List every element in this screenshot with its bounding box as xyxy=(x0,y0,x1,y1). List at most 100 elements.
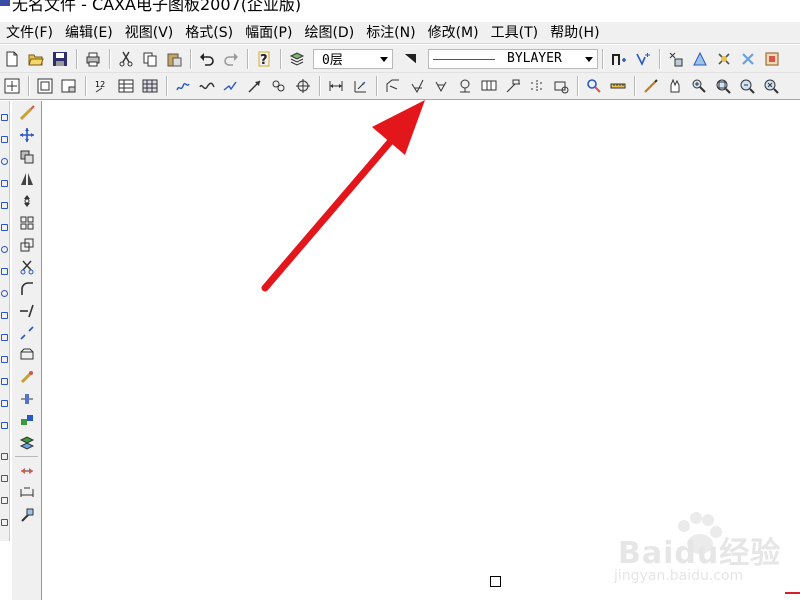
delete-tool-icon[interactable] xyxy=(14,102,40,123)
copy-icon[interactable] xyxy=(139,48,161,70)
zoom-in-icon[interactable] xyxy=(688,75,710,97)
undo-icon[interactable] xyxy=(196,48,218,70)
point-tool-icon[interactable] xyxy=(1,224,8,231)
extend-tool-icon[interactable] xyxy=(14,300,40,321)
menu-view[interactable]: 视图(V) xyxy=(119,23,180,43)
menu-tools[interactable]: 工具(T) xyxy=(485,23,544,43)
layer-select[interactable]: 0层 xyxy=(313,48,393,69)
break-tool-icon[interactable] xyxy=(14,322,40,343)
image-tool-icon[interactable] xyxy=(1,475,8,482)
block-tool-icon[interactable] xyxy=(1,453,8,460)
move-tool-icon[interactable] xyxy=(14,124,40,145)
explode-tool-icon[interactable] xyxy=(14,366,40,387)
measure-icon[interactable] xyxy=(607,75,629,97)
redraw-icon[interactable] xyxy=(640,75,662,97)
polyline-icon[interactable] xyxy=(172,75,194,97)
menu-sheet[interactable]: 幅面(P) xyxy=(239,23,298,43)
menu-help[interactable]: 帮助(H) xyxy=(544,23,605,43)
spline-tool-icon[interactable] xyxy=(1,202,8,209)
query-icon[interactable] xyxy=(583,75,605,97)
mirror-tool-icon[interactable] xyxy=(14,168,40,189)
stretch-tool-icon[interactable] xyxy=(14,344,40,365)
leader-icon[interactable] xyxy=(502,75,524,97)
copy-tool-icon[interactable] xyxy=(14,146,40,167)
paste-icon[interactable] xyxy=(163,48,185,70)
layer-manager-icon[interactable] xyxy=(286,48,308,70)
hole-tool-icon[interactable] xyxy=(1,334,8,341)
fill-tool-icon[interactable] xyxy=(1,400,8,407)
linear-dimension-icon[interactable] xyxy=(325,75,347,97)
fillet-tool-icon[interactable] xyxy=(14,278,40,299)
chamfer-dimension-icon[interactable] xyxy=(382,75,404,97)
rotate-tool-icon[interactable] xyxy=(14,190,40,211)
linetype-select[interactable]: BYLAYER xyxy=(428,48,598,69)
offset-tool-icon[interactable] xyxy=(14,388,40,409)
properties-icon[interactable] xyxy=(665,48,687,70)
coordinate-dimension-icon[interactable] xyxy=(349,75,371,97)
linetype-icon[interactable] xyxy=(399,48,421,70)
datum-icon[interactable] xyxy=(454,75,476,97)
cut-icon[interactable] xyxy=(115,48,137,70)
align-tool-icon[interactable] xyxy=(14,410,40,431)
view-label-icon[interactable] xyxy=(550,75,572,97)
redo-icon[interactable] xyxy=(220,48,242,70)
ellipse-tool-icon[interactable] xyxy=(1,246,8,253)
table-icon[interactable] xyxy=(139,75,161,97)
symbol-library-icon[interactable] xyxy=(761,48,783,70)
arrow-tool-icon[interactable] xyxy=(244,75,266,97)
menu-file[interactable]: 文件(F) xyxy=(0,23,59,43)
section-symbol-icon[interactable] xyxy=(526,75,548,97)
help-icon[interactable]: ? xyxy=(253,48,275,70)
scale-tool-icon[interactable] xyxy=(14,234,40,255)
match-properties-icon[interactable] xyxy=(713,48,735,70)
label-tool-icon[interactable] xyxy=(1,497,8,504)
tolerance-icon[interactable] xyxy=(478,75,500,97)
curve-tool-icon[interactable] xyxy=(1,519,8,526)
fit-dimension-icon[interactable] xyxy=(14,460,40,481)
save-icon[interactable] xyxy=(49,48,71,70)
circle-tool-icon[interactable] xyxy=(1,158,8,165)
wave-line-icon[interactable] xyxy=(196,75,218,97)
weld-symbol-icon[interactable] xyxy=(430,75,452,97)
edit-dimension-icon[interactable] xyxy=(14,482,40,503)
color-settings-icon[interactable] xyxy=(632,48,654,70)
new-file-icon[interactable] xyxy=(1,48,23,70)
frame-icon[interactable] xyxy=(34,75,56,97)
center-mark-icon[interactable] xyxy=(292,75,314,97)
zoom-extents-icon[interactable] xyxy=(736,75,758,97)
polyline-tool-icon[interactable] xyxy=(1,312,8,319)
snap-point-icon[interactable] xyxy=(1,75,23,97)
line-tool-icon[interactable] xyxy=(1,114,8,121)
centerline-tool-icon[interactable] xyxy=(1,136,8,143)
print-icon[interactable] xyxy=(82,48,104,70)
menu-edit[interactable]: 编辑(E) xyxy=(59,23,119,43)
trim-tool-icon[interactable] xyxy=(14,256,40,277)
cloud-line-icon[interactable] xyxy=(268,75,290,97)
title-block-icon[interactable] xyxy=(58,75,80,97)
rectangle-tool-icon[interactable] xyxy=(1,268,8,275)
menu-draw[interactable]: 绘图(D) xyxy=(298,23,360,43)
parts-list-icon[interactable] xyxy=(115,75,137,97)
roughness-icon[interactable] xyxy=(406,75,428,97)
menu-modify[interactable]: 修改(M) xyxy=(422,23,485,43)
break-line-icon[interactable] xyxy=(220,75,242,97)
parallel-line-tool-icon[interactable] xyxy=(1,356,8,363)
sequence-number-icon[interactable]: 12 xyxy=(91,75,113,97)
pan-icon[interactable] xyxy=(664,75,686,97)
polygon-tool-icon[interactable] xyxy=(1,290,8,297)
open-folder-icon[interactable] xyxy=(25,48,47,70)
hatch-tool-icon[interactable] xyxy=(689,48,711,70)
zoom-realtime-icon[interactable] xyxy=(760,75,782,97)
menu-dimension[interactable]: 标注(N) xyxy=(360,23,421,43)
zoom-window-icon[interactable] xyxy=(712,75,734,97)
format-painter-icon[interactable] xyxy=(14,504,40,525)
line-style-icon[interactable] xyxy=(608,48,630,70)
menu-format[interactable]: 格式(S) xyxy=(179,23,239,43)
arc-tool-icon[interactable] xyxy=(1,180,8,187)
layer-move-icon[interactable] xyxy=(14,432,40,453)
text-tool-icon[interactable] xyxy=(1,422,8,429)
toolbar-separator xyxy=(85,76,86,96)
array-tool-icon[interactable] xyxy=(14,212,40,233)
hatch-fill-icon[interactable] xyxy=(1,378,8,385)
delete-icon[interactable] xyxy=(737,48,759,70)
